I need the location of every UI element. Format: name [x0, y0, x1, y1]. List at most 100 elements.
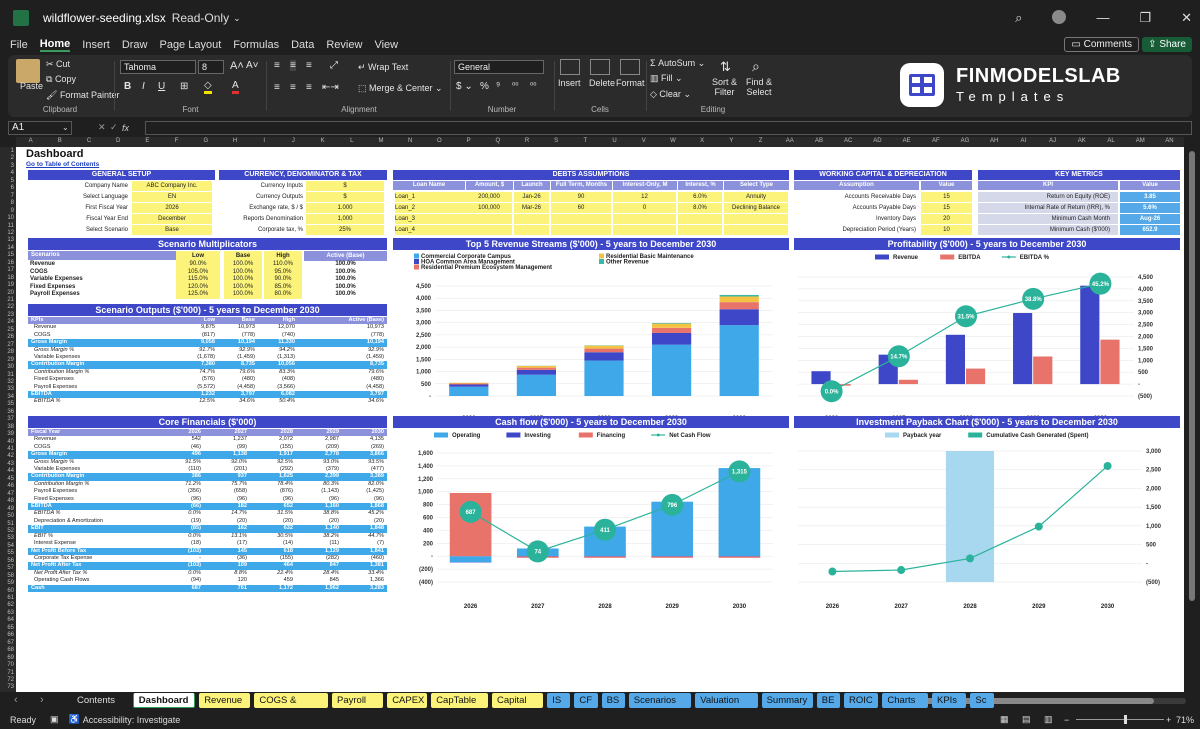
cut-button[interactable]: ✂ Cut — [46, 59, 70, 70]
tab-prev-icon[interactable]: ‹ — [14, 694, 18, 706]
loan-value[interactable] — [678, 214, 722, 224]
column-header[interactable]: K — [308, 138, 337, 144]
row-number[interactable]: 55 — [7, 550, 14, 556]
sheet-tab-contents[interactable]: Contents — [72, 693, 129, 708]
currency-value[interactable]: $ — [306, 181, 384, 191]
merge-center-button[interactable]: ⬚ Merge & Center ⌄ — [358, 83, 443, 94]
scenario-value[interactable]: 115.0% — [176, 276, 220, 284]
row-number[interactable]: 15 — [7, 252, 14, 258]
scenario-value[interactable]: 100.0% — [224, 291, 262, 299]
italic-button[interactable]: I — [142, 81, 145, 92]
tab-data[interactable]: Data — [291, 39, 314, 51]
column-header[interactable]: Q — [483, 138, 512, 144]
row-number[interactable]: 62 — [7, 602, 14, 608]
find-icon[interactable]: ⌕ — [752, 58, 760, 75]
loan-value[interactable]: 12 — [613, 192, 676, 202]
tab-next-icon[interactable]: › — [40, 694, 44, 706]
row-number[interactable]: 51 — [7, 521, 14, 527]
sheet-tab-roic[interactable]: ROIC — [844, 693, 879, 708]
sheet-tab-cogs-opex[interactable]: COGS & OPEX — [254, 693, 328, 721]
sheet-tab-charts[interactable]: Charts — [882, 693, 928, 708]
wc-value[interactable]: 10 — [921, 225, 972, 235]
column-header[interactable]: O — [425, 138, 454, 144]
grow-font-button[interactable]: A˄ — [230, 60, 244, 72]
sheet-tab-payroll[interactable]: Payroll — [332, 693, 384, 708]
loan-value[interactable]: 8.0% — [678, 203, 722, 213]
row-number[interactable]: 12 — [7, 230, 14, 236]
wc-value[interactable]: 15 — [921, 203, 972, 213]
sheet-tab-revenue[interactable]: Revenue — [199, 693, 251, 708]
tab-file[interactable]: File — [10, 39, 28, 51]
cancel-icon[interactable]: ✕ — [98, 122, 106, 133]
format-painter-button[interactable]: 🖌 Format Painter — [46, 90, 119, 101]
column-header[interactable]: L — [337, 138, 366, 144]
insert-button[interactable]: Insert — [558, 78, 581, 88]
sheet-tab-is[interactable]: IS — [547, 693, 571, 708]
currency-value[interactable]: 25% — [306, 225, 384, 235]
loan-value[interactable] — [613, 214, 676, 224]
column-header[interactable]: AB — [804, 138, 833, 144]
row-number[interactable]: 61 — [7, 595, 14, 601]
scenario-value[interactable]: 95.0% — [264, 268, 302, 276]
sheet-tab-capital[interactable]: Capital — [492, 693, 544, 708]
column-header[interactable]: AM — [1126, 138, 1155, 144]
column-header[interactable]: AI — [1009, 138, 1038, 144]
autosum-button[interactable]: Σ AutoSum ⌄ — [650, 58, 705, 69]
insert-cells-icon[interactable] — [560, 59, 580, 75]
row-number[interactable]: 9 — [11, 208, 14, 214]
read-only-label[interactable]: Read-Only — [172, 11, 229, 25]
row-number[interactable]: 7 — [11, 193, 14, 199]
row-number[interactable]: 21 — [7, 297, 14, 303]
row-number[interactable]: 67 — [7, 640, 14, 646]
scenario-value[interactable]: 110.0% — [264, 261, 302, 269]
row-number[interactable]: 10 — [7, 215, 14, 221]
row-number[interactable]: 3 — [11, 163, 14, 169]
tab-insert[interactable]: Insert — [82, 39, 110, 51]
row-number[interactable]: 4 — [11, 170, 14, 176]
page-break-icon[interactable]: ▥ — [1044, 714, 1053, 725]
row-number[interactable]: 70 — [7, 662, 14, 668]
column-header[interactable]: W — [658, 138, 687, 144]
sheet-tab-scenarios[interactable]: Scenarios — [628, 693, 692, 708]
row-number[interactable]: 65 — [7, 625, 14, 631]
close-icon[interactable]: ✕ — [1181, 10, 1192, 26]
align-bottom-icon[interactable]: ≡ — [306, 60, 312, 71]
normal-view-icon[interactable]: ▦ — [1000, 714, 1009, 725]
column-header[interactable]: B — [45, 138, 74, 144]
column-header[interactable]: V — [629, 138, 658, 144]
increase-decimal-icon[interactable]: ⁰⁰ — [512, 81, 518, 90]
share-button[interactable]: ⇪ Share — [1142, 37, 1192, 52]
macro-icon[interactable]: ▣ — [50, 714, 59, 725]
row-number[interactable]: 36 — [7, 409, 14, 415]
tab-draw[interactable]: Draw — [122, 39, 148, 51]
column-header[interactable]: AK — [1067, 138, 1096, 144]
row-number[interactable]: 33 — [7, 386, 14, 392]
column-header[interactable]: M — [366, 138, 395, 144]
row-number[interactable]: 53 — [7, 535, 14, 541]
column-header[interactable]: AG — [950, 138, 979, 144]
scenario-value[interactable]: 100.0% — [224, 283, 262, 291]
indent-icon[interactable]: ⇤⇥ — [322, 82, 339, 93]
paste-icon[interactable] — [16, 59, 40, 83]
toc-link[interactable]: Go to Table of Contents — [26, 161, 99, 168]
row-number[interactable]: 35 — [7, 401, 14, 407]
format-button[interactable]: Format — [616, 78, 645, 88]
currency-value[interactable]: $ — [306, 192, 384, 202]
row-number[interactable]: 56 — [7, 558, 14, 564]
zoom-out-icon[interactable]: − — [1064, 715, 1069, 725]
column-header[interactable]: AF — [921, 138, 950, 144]
sort-filter-button[interactable]: Sort & Filter — [712, 77, 737, 97]
orientation-icon[interactable]: ⤢ — [330, 60, 338, 71]
loan-value[interactable]: Declining Balance — [724, 203, 788, 213]
delete-cells-icon[interactable] — [590, 59, 610, 75]
loan-value[interactable]: 6.0% — [678, 192, 722, 202]
paste-button[interactable]: Paste — [20, 81, 43, 91]
column-header[interactable]: N — [396, 138, 425, 144]
column-header[interactable]: U — [600, 138, 629, 144]
currency-icon[interactable]: $ ⌄ — [456, 81, 473, 92]
row-number[interactable]: 50 — [7, 513, 14, 519]
scenario-value[interactable]: 120.0% — [176, 283, 220, 291]
number-format-select[interactable]: General — [454, 60, 544, 74]
column-header[interactable]: A — [16, 138, 45, 144]
row-number[interactable]: 20 — [7, 290, 14, 296]
